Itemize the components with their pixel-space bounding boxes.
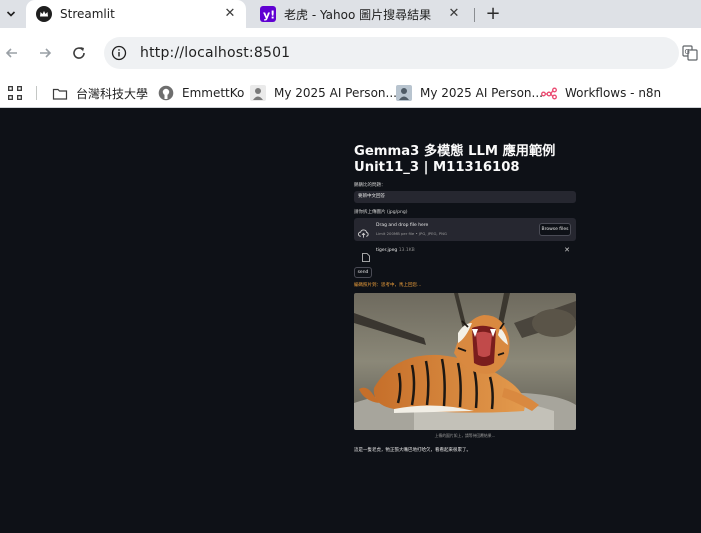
main-column: Gemma3 多模態 LLM 應用範例 Unit11_3 | M11316108… xyxy=(354,108,576,453)
bookmarks-bar: 台灣科技大學 EmmettKo My 2025 AI Person... My … xyxy=(0,78,701,108)
close-tab-icon[interactable]: ✕ xyxy=(222,6,238,22)
bookmark-label: EmmettKo xyxy=(182,86,245,100)
file-dropzone[interactable]: Drag and drop file here Limit 200MB per … xyxy=(354,218,576,241)
browse-files-button[interactable]: Browse files xyxy=(539,223,571,236)
bookmark-folder[interactable]: 台灣科技大學 xyxy=(52,85,148,102)
folder-icon xyxy=(52,86,68,102)
file-icon xyxy=(362,247,370,262)
bookmark-label: My 2025 AI Person... xyxy=(274,86,397,100)
page-title: Gemma3 多模態 LLM 應用範例 Unit11_3 | M11316108 xyxy=(354,144,576,176)
yahoo-icon: y! xyxy=(260,6,276,22)
bookmark-ai-persona-2[interactable]: My 2025 AI Person... xyxy=(396,85,543,101)
status-message: 編碼照片到：思考中，馬上回您… xyxy=(354,283,422,288)
site-avatar-icon xyxy=(250,85,266,101)
model-answer: 這是一隻老虎，牠正張大嘴巴地打哈欠，看看起來很累了。 xyxy=(354,448,471,453)
dropzone-title: Drag and drop file here xyxy=(376,223,429,228)
tab-divider xyxy=(474,8,475,22)
reload-button[interactable] xyxy=(67,41,91,65)
bookmark-github[interactable]: EmmettKo xyxy=(158,85,244,101)
reload-icon xyxy=(73,47,85,59)
tab-yahoo[interactable]: y! 老虎 - Yahoo 圖片搜尋結果 ✕ xyxy=(250,0,470,28)
bookmark-n8n[interactable]: Workflows - n8n xyxy=(541,85,661,101)
arrow-left-icon xyxy=(5,48,17,58)
github-icon xyxy=(158,85,174,101)
file-name: tiger.jpeg 13.1KB xyxy=(376,248,415,253)
chevron-down-icon xyxy=(6,11,16,17)
bookmark-label: My 2025 AI Person... xyxy=(420,86,543,100)
title-line-2: Unit11_3 | M11316108 xyxy=(354,160,520,175)
bookmark-label: 台灣科技大學 xyxy=(76,87,149,101)
browser-chrome: Streamlit ✕ y! 老虎 - Yahoo 圖片搜尋結果 ✕ + htt… xyxy=(0,0,701,108)
tab-title: Streamlit xyxy=(60,7,115,21)
n8n-icon xyxy=(541,85,557,101)
uploaded-tiger-image xyxy=(354,293,576,430)
tab-strip: Streamlit ✕ y! 老虎 - Yahoo 圖片搜尋結果 ✕ + xyxy=(0,0,701,28)
dropzone-limit: Limit 200MB per file • JPG, JPEG, PNG xyxy=(376,231,447,236)
svg-text:G: G xyxy=(685,48,690,56)
send-button[interactable]: send xyxy=(354,267,372,278)
address-bar[interactable]: http://localhost:8501 xyxy=(104,37,679,69)
image-caption: 上傳的圖片如上，請等待回覆結果… xyxy=(434,433,496,438)
file-size: 13.1KB xyxy=(398,248,415,253)
bookmarks-divider xyxy=(36,86,37,100)
title-line-1: Gemma3 多模態 LLM 應用範例 xyxy=(354,144,556,159)
forward-button[interactable] xyxy=(33,41,57,65)
info-icon[interactable] xyxy=(110,44,128,62)
uploaded-file-row: tiger.jpeg 13.1KB ✕ xyxy=(354,246,576,262)
cloud-upload-icon xyxy=(358,224,369,238)
bookmark-ai-persona-1[interactable]: My 2025 AI Person... xyxy=(250,85,397,101)
site-avatar-icon xyxy=(396,85,412,101)
tab-search-button[interactable] xyxy=(0,3,22,25)
bookmark-label: Workflows - n8n xyxy=(565,86,662,100)
tab-streamlit[interactable]: Streamlit ✕ xyxy=(26,0,246,28)
apps-grid-icon[interactable] xyxy=(7,85,23,101)
streamlit-crown-icon xyxy=(36,6,52,22)
question-select-label: 鵝鵝比的問題： xyxy=(354,183,386,188)
close-tab-icon[interactable]: ✕ xyxy=(446,6,462,22)
file-name-text: tiger.jpeg xyxy=(376,248,398,253)
streamlit-page: Gemma3 多模態 LLM 應用範例 Unit11_3 | M11316108… xyxy=(0,108,701,533)
new-tab-button[interactable]: + xyxy=(483,4,503,24)
back-button[interactable] xyxy=(0,41,24,65)
browser-toolbar: http://localhost:8501 G xyxy=(0,28,701,78)
svg-text:y!: y! xyxy=(263,9,275,22)
translate-icon[interactable]: G xyxy=(682,45,698,61)
question-select[interactable]: 要辨中文回答 xyxy=(354,191,576,203)
arrow-right-icon xyxy=(40,48,52,58)
remove-file-icon[interactable]: ✕ xyxy=(564,246,570,254)
upload-label: 請你拆上傳圖片 (jpg/png) xyxy=(354,210,408,215)
tab-title: 老虎 - Yahoo 圖片搜尋結果 xyxy=(284,7,432,22)
url-text: http://localhost:8501 xyxy=(140,45,291,61)
